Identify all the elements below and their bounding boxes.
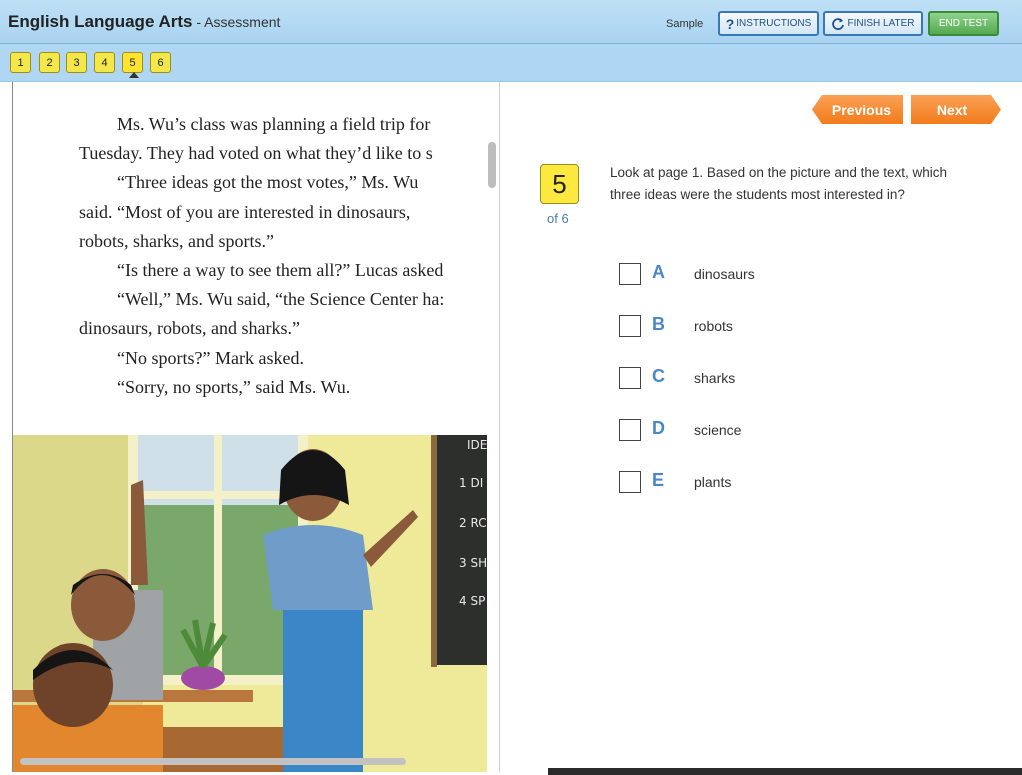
- question-nav-3[interactable]: 3: [66, 52, 87, 73]
- finish-later-label: FINISH LATER: [847, 18, 915, 29]
- passage-horizontal-scrollbar[interactable]: [20, 758, 406, 765]
- chalkboard-line-1: 1 DI: [459, 476, 483, 490]
- question-nav-6[interactable]: 6: [150, 52, 171, 73]
- option-text: sharks: [694, 370, 736, 386]
- classroom-illustration-svg: IDE 1 DI 2 RC 3 SH 4 SP: [13, 435, 487, 772]
- app-title: English Language Arts: [8, 12, 193, 31]
- passage-line: Ms. Wu’s class was planning a field trip…: [117, 114, 431, 134]
- question-nav-bar: 1 2 3 4 5 6: [0, 44, 1022, 82]
- checkbox[interactable]: [619, 471, 641, 493]
- instructions-button[interactable]: ? INSTRUCTIONS: [718, 11, 819, 36]
- option-text: robots: [694, 318, 733, 334]
- refresh-icon: [832, 17, 845, 30]
- option-letter: D: [652, 418, 665, 438]
- checkbox[interactable]: [619, 367, 641, 389]
- option-text: plants: [694, 474, 732, 490]
- question-nav-2[interactable]: 2: [39, 52, 60, 73]
- question-count: of 6: [547, 211, 569, 226]
- next-button[interactable]: Next: [911, 95, 1001, 124]
- passage-panel[interactable]: Ms. Wu’s class was planning a field trip…: [12, 82, 500, 772]
- passage-line: dinosaurs, robots, and sharks.”: [79, 318, 300, 339]
- checkbox[interactable]: [619, 263, 641, 285]
- page-title: English Language Arts - Assessment: [8, 12, 280, 32]
- chalkboard-line-2: 2 RC: [459, 516, 487, 530]
- instructions-label: INSTRUCTIONS: [736, 18, 812, 29]
- app-header: English Language Arts - Assessment Sampl…: [0, 0, 1022, 44]
- sample-label: Sample: [666, 18, 704, 30]
- chalkboard-line-3: 3 SH: [459, 556, 487, 570]
- bottom-strip: [548, 768, 1022, 775]
- end-test-button[interactable]: END TEST: [928, 11, 999, 36]
- end-test-label: END TEST: [938, 18, 989, 29]
- option-letter: E: [652, 470, 665, 490]
- passage-line: robots, sharks, and sports.”: [79, 230, 274, 251]
- option-text: dinosaurs: [694, 266, 755, 282]
- passage-line: said. “Most of you are interested in din…: [79, 201, 411, 222]
- answer-option-e[interactable]: E plants: [619, 470, 819, 493]
- question-number-badge: 5: [540, 164, 579, 204]
- option-text: science: [694, 422, 742, 438]
- option-letter: A: [652, 262, 665, 282]
- option-letter: C: [652, 366, 665, 386]
- checkbox[interactable]: [619, 315, 641, 337]
- question-nav-1[interactable]: 1: [10, 52, 31, 73]
- answer-option-a[interactable]: A dinosaurs: [619, 262, 819, 285]
- current-question-indicator: [129, 72, 139, 78]
- question-mark-icon: ?: [725, 15, 735, 32]
- finish-later-button[interactable]: FINISH LATER: [823, 11, 923, 36]
- question-prompt: Look at page 1. Based on the picture and…: [610, 165, 947, 202]
- passage-vertical-scrollbar[interactable]: [488, 142, 496, 188]
- chalkboard-line-4: 4 SP: [459, 594, 485, 608]
- question-nav-5[interactable]: 5: [122, 52, 143, 73]
- passage-line: “Sorry, no sports,” said Ms. Wu.: [117, 376, 351, 397]
- question-nav-4[interactable]: 4: [94, 52, 115, 73]
- passage-line: “Is there a way to see them all?” Lucas …: [117, 260, 444, 281]
- answer-option-b[interactable]: B robots: [619, 314, 819, 337]
- passage-text: Ms. Wu’s class was planning a field trip…: [79, 110, 499, 402]
- answer-option-c[interactable]: C sharks: [619, 366, 819, 389]
- answer-option-d[interactable]: D science: [619, 418, 819, 441]
- chalkboard-heading: IDE: [467, 438, 487, 452]
- option-letter: B: [652, 314, 665, 334]
- passage-line: “Three ideas got the most votes,” Ms. Wu: [117, 172, 419, 193]
- classroom-illustration: IDE 1 DI 2 RC 3 SH 4 SP: [13, 435, 487, 772]
- app-subtitle: - Assessment: [192, 14, 281, 30]
- passage-line: “Well,” Ms. Wu said, “the Science Center…: [117, 289, 445, 310]
- passage-line: Tuesday. They had voted on what they’d l…: [79, 143, 433, 164]
- checkbox[interactable]: [619, 419, 641, 441]
- previous-button[interactable]: Previous: [812, 95, 903, 124]
- passage-line: “No sports?” Mark asked.: [117, 347, 304, 368]
